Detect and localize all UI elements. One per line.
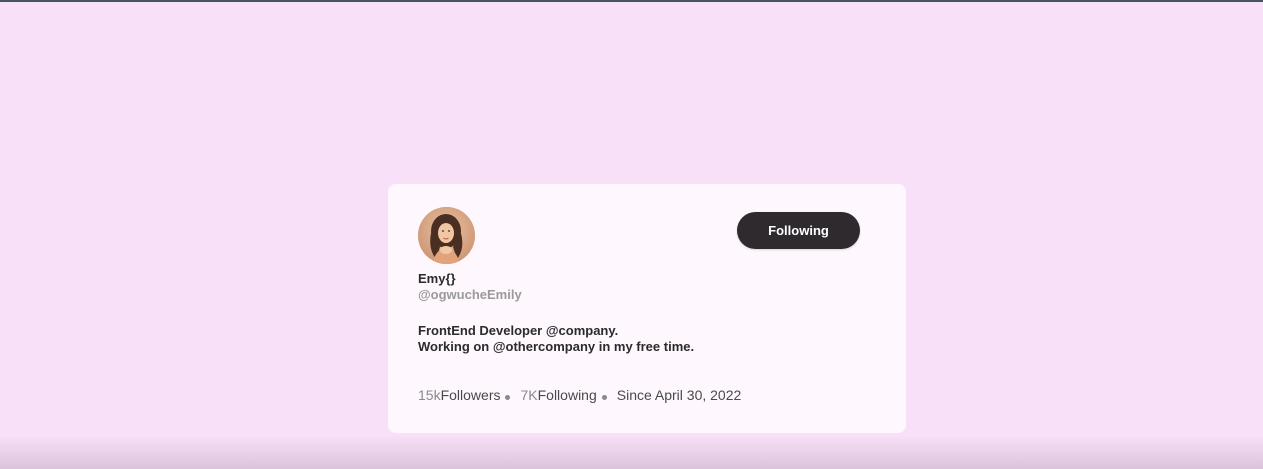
followers-label: Followers bbox=[440, 387, 501, 403]
bio-line: FrontEnd Developer @company. bbox=[418, 323, 619, 338]
profile-card: Following Emy{} @ogwucheEmily FrontEnd D… bbox=[388, 184, 906, 433]
separator-dot bbox=[505, 394, 511, 400]
following-button[interactable]: Following bbox=[737, 212, 860, 249]
profile-name: Emy{} bbox=[418, 271, 456, 286]
separator-dot bbox=[601, 394, 607, 400]
avatar-photo-icon bbox=[418, 207, 475, 264]
following-stat[interactable]: 7K Following bbox=[520, 387, 596, 403]
followers-count: 15k bbox=[418, 387, 441, 403]
profile-stats: 15k Followers 7K Following Since April 30,… bbox=[418, 387, 741, 403]
followers-stat[interactable]: 15k Followers bbox=[418, 387, 500, 403]
bio-line: Working on @othercompany in my free time… bbox=[418, 339, 695, 354]
avatar[interactable] bbox=[418, 207, 475, 264]
joined-date: Since April 30, 2022 bbox=[616, 387, 742, 403]
following-label: Following bbox=[537, 387, 597, 403]
profile-bio: FrontEnd Developer @company. Working on … bbox=[418, 323, 694, 355]
top-border bbox=[0, 0, 1263, 2]
following-count: 7K bbox=[520, 387, 538, 403]
profile-handle[interactable]: @ogwucheEmily bbox=[418, 287, 522, 302]
bottom-shade bbox=[0, 435, 1263, 469]
